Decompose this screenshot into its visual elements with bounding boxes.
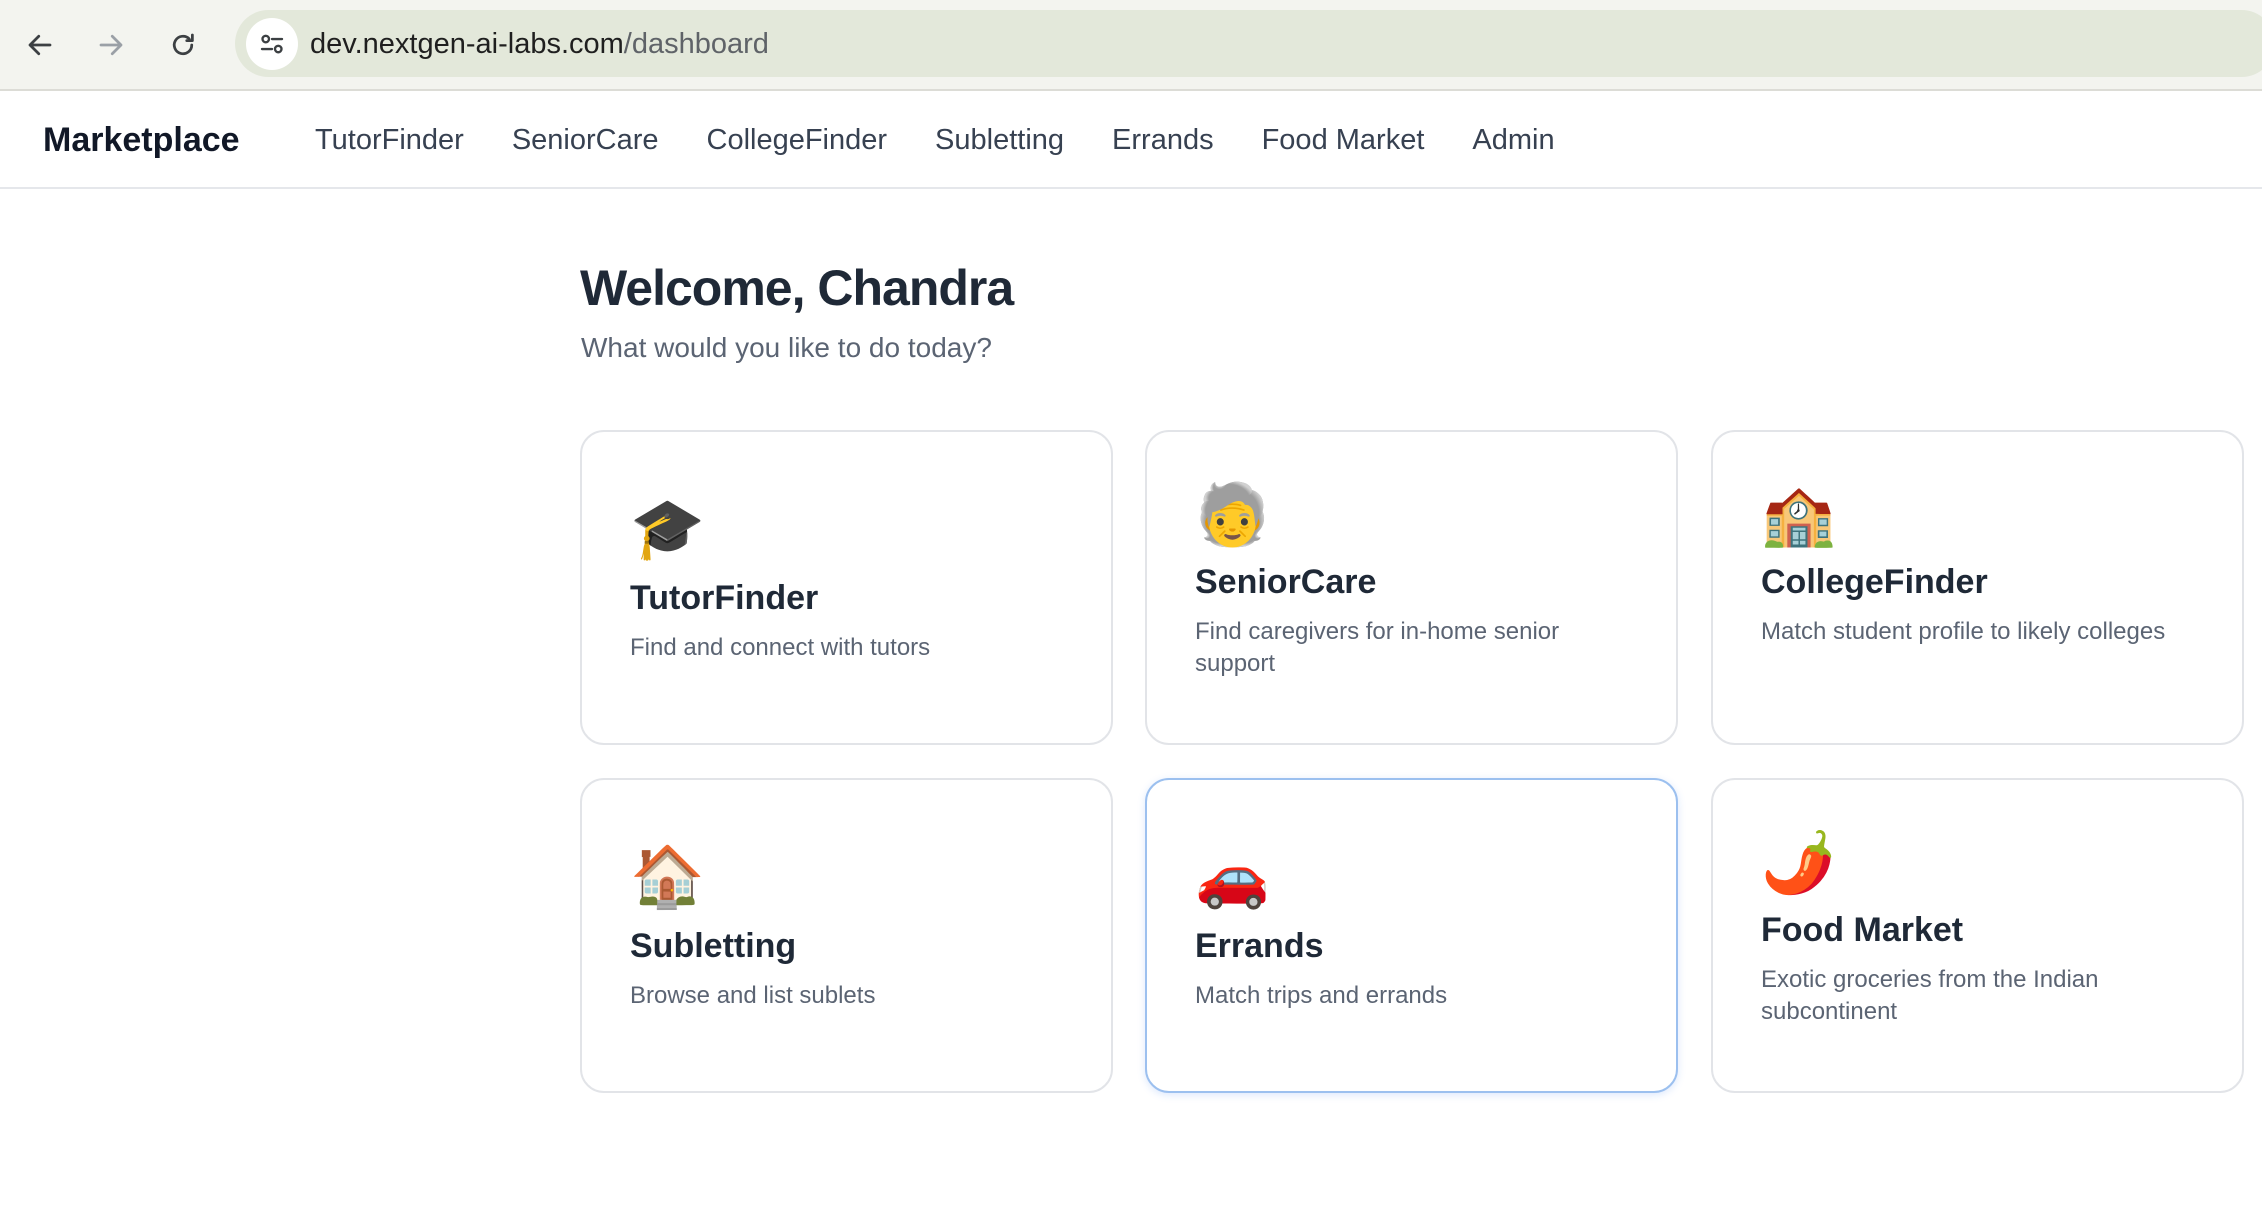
card-title: Subletting (630, 927, 797, 965)
card-description: Match trips and errands (1195, 982, 1448, 1009)
card-title: TutorFinder (630, 579, 819, 617)
nav-admin[interactable]: Admin (1472, 121, 1554, 159)
page-title: Welcome, Chandra (580, 260, 1014, 316)
nav-collegefinder[interactable]: CollegeFinder (707, 121, 888, 159)
site-info-button[interactable] (246, 18, 298, 70)
browser-toolbar: dev.nextgen-ai-labs.com/dashboard (0, 0, 2262, 91)
brand-logo[interactable]: Marketplace (43, 119, 240, 161)
reload-button[interactable] (156, 18, 210, 72)
address-url[interactable]: dev.nextgen-ai-labs.com/dashboard (310, 24, 769, 64)
card-collegefinder[interactable]: 🏫 CollegeFinder Match student profile to… (1711, 430, 2244, 745)
url-host: dev.nextgen-ai-labs.com (310, 28, 624, 60)
card-description: Browse and list sublets (630, 982, 876, 1009)
older-person-icon: 🧓 (1195, 481, 1270, 548)
tune-icon (260, 34, 284, 54)
card-tutorfinder[interactable]: 🎓 TutorFinder Find and connect with tuto… (580, 430, 1113, 745)
nav-errands[interactable]: Errands (1112, 121, 1214, 159)
nav-tutorfinder[interactable]: TutorFinder (315, 121, 464, 159)
card-food-market[interactable]: 🌶️ Food Market Exotic groceries from the… (1711, 778, 2244, 1093)
card-description: Find and connect with tutors (630, 634, 931, 661)
back-button[interactable] (13, 18, 67, 72)
top-nav: TutorFinder SeniorCare CollegeFinder Sub… (315, 121, 1603, 159)
arrow-left-icon (28, 34, 52, 56)
house-icon: 🏠 (630, 843, 705, 910)
app-header: Marketplace TutorFinder SeniorCare Colle… (0, 91, 2262, 189)
card-description: Find caregivers for in-home senior suppo… (1195, 618, 1560, 677)
nav-subletting[interactable]: Subletting (935, 121, 1064, 159)
car-icon: 🚗 (1195, 843, 1270, 910)
nav-seniorcare[interactable]: SeniorCare (512, 121, 659, 159)
school-building-icon: 🏫 (1761, 481, 1836, 548)
card-errands[interactable]: 🚗 Errands Match trips and errands (1145, 778, 1678, 1093)
card-subletting[interactable]: 🏠 Subletting Browse and list sublets (580, 778, 1113, 1093)
chili-pepper-icon: 🌶️ (1761, 829, 1836, 896)
card-description: Match student profile to likely colleges (1761, 618, 2166, 645)
arrow-right-icon (99, 34, 123, 56)
card-title: CollegeFinder (1761, 563, 1988, 601)
page-subtitle: What would you like to do today? (581, 332, 992, 363)
card-description: Exotic groceries from the Indian subcont… (1761, 966, 2099, 1025)
card-title: Food Market (1761, 911, 1964, 949)
url-path: /dashboard (623, 28, 769, 60)
card-seniorcare[interactable]: 🧓 SeniorCare Find caregivers for in-home… (1145, 430, 1678, 745)
graduation-cap-icon: 🎓 (630, 495, 705, 562)
card-title: SeniorCare (1195, 563, 1377, 601)
card-title: Errands (1195, 927, 1324, 965)
nav-food-market[interactable]: Food Market (1262, 121, 1425, 159)
reload-icon (172, 33, 194, 56)
forward-button[interactable] (84, 18, 138, 72)
